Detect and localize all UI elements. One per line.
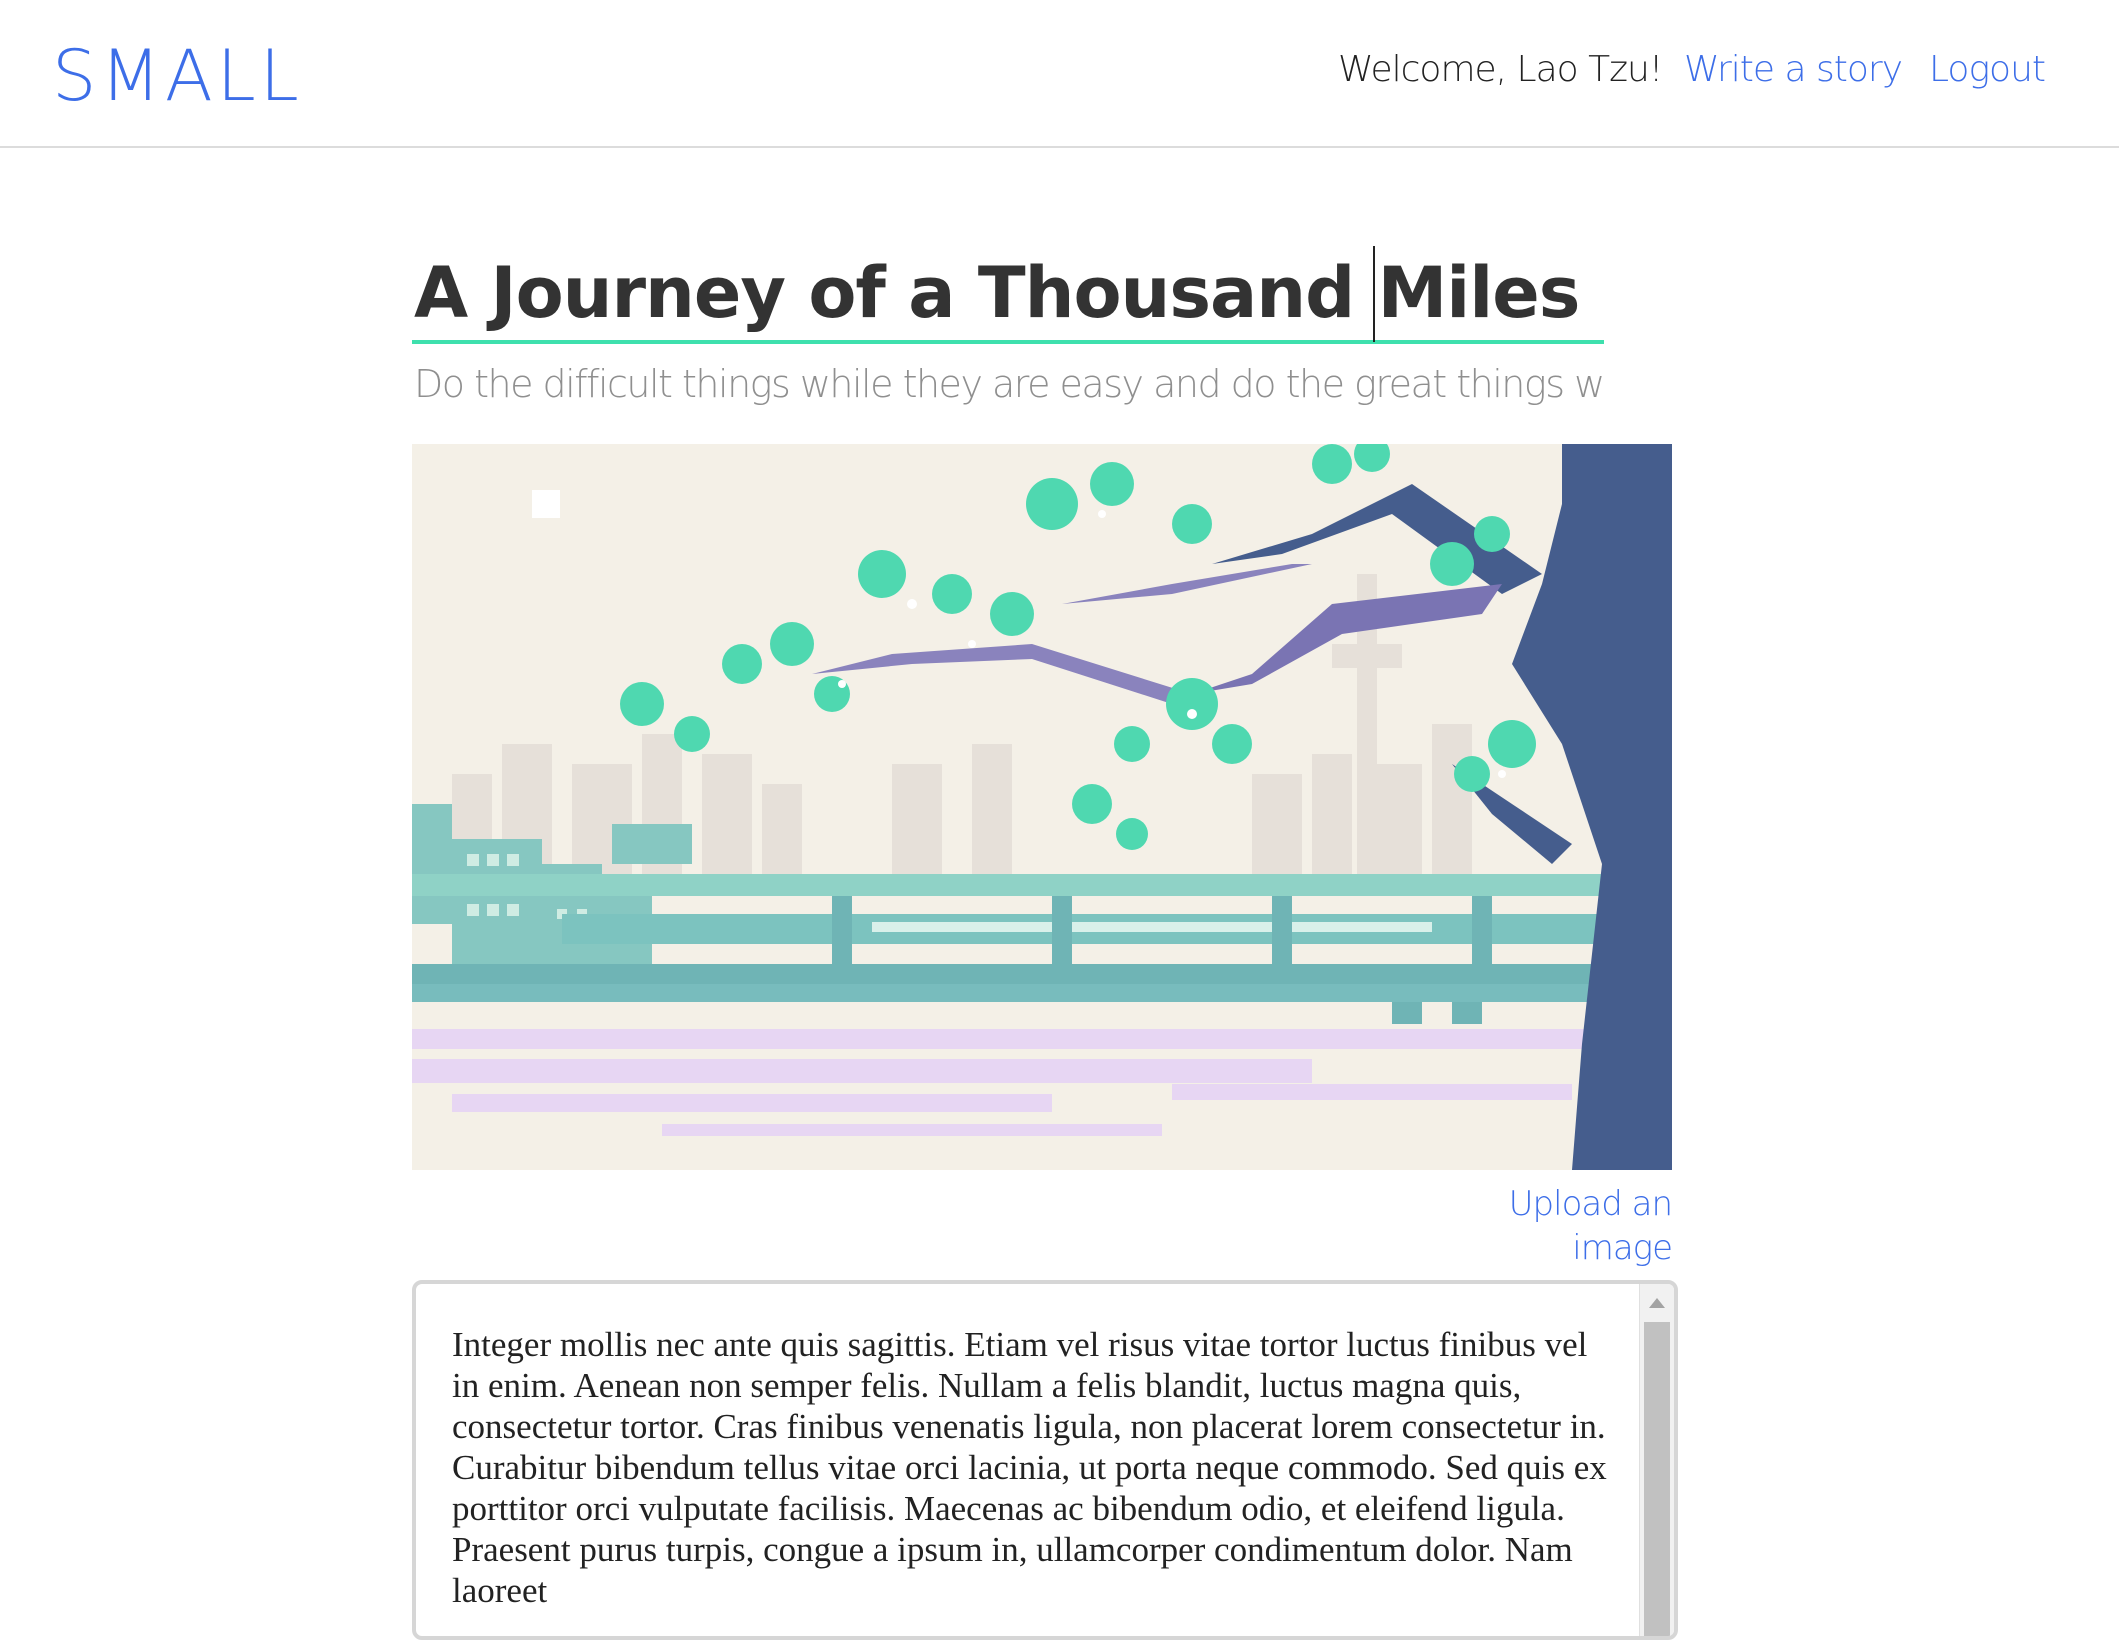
pixel-art-city-river-tree-illustration: [412, 444, 1672, 1170]
scroll-thumb[interactable]: [1644, 1322, 1670, 1636]
write-story-link[interactable]: Write a story: [1684, 46, 1903, 94]
story-subtitle-input[interactable]: [412, 354, 1604, 414]
cover-image: [412, 444, 1672, 1170]
editor-scrollbar[interactable]: [1639, 1284, 1674, 1636]
text-caret: [1373, 246, 1375, 342]
upload-image-link[interactable]: Upload an image: [1448, 1182, 1673, 1270]
welcome-message: Welcome, Lao Tzu!: [1338, 49, 1663, 90]
site-logo[interactable]: SMALL: [52, 36, 303, 116]
top-navbar: SMALL Welcome, Lao Tzu! Write a story Lo…: [0, 0, 2119, 148]
triangle-up-icon[interactable]: [1649, 1298, 1665, 1308]
story-body-text[interactable]: Integer mollis nec ante quis sagittis. E…: [452, 1324, 1622, 1611]
story-title-input[interactable]: [412, 246, 1604, 344]
story-body-editor[interactable]: Integer mollis nec ante quis sagittis. E…: [412, 1280, 1678, 1640]
logout-link[interactable]: Logout: [1929, 46, 2046, 94]
